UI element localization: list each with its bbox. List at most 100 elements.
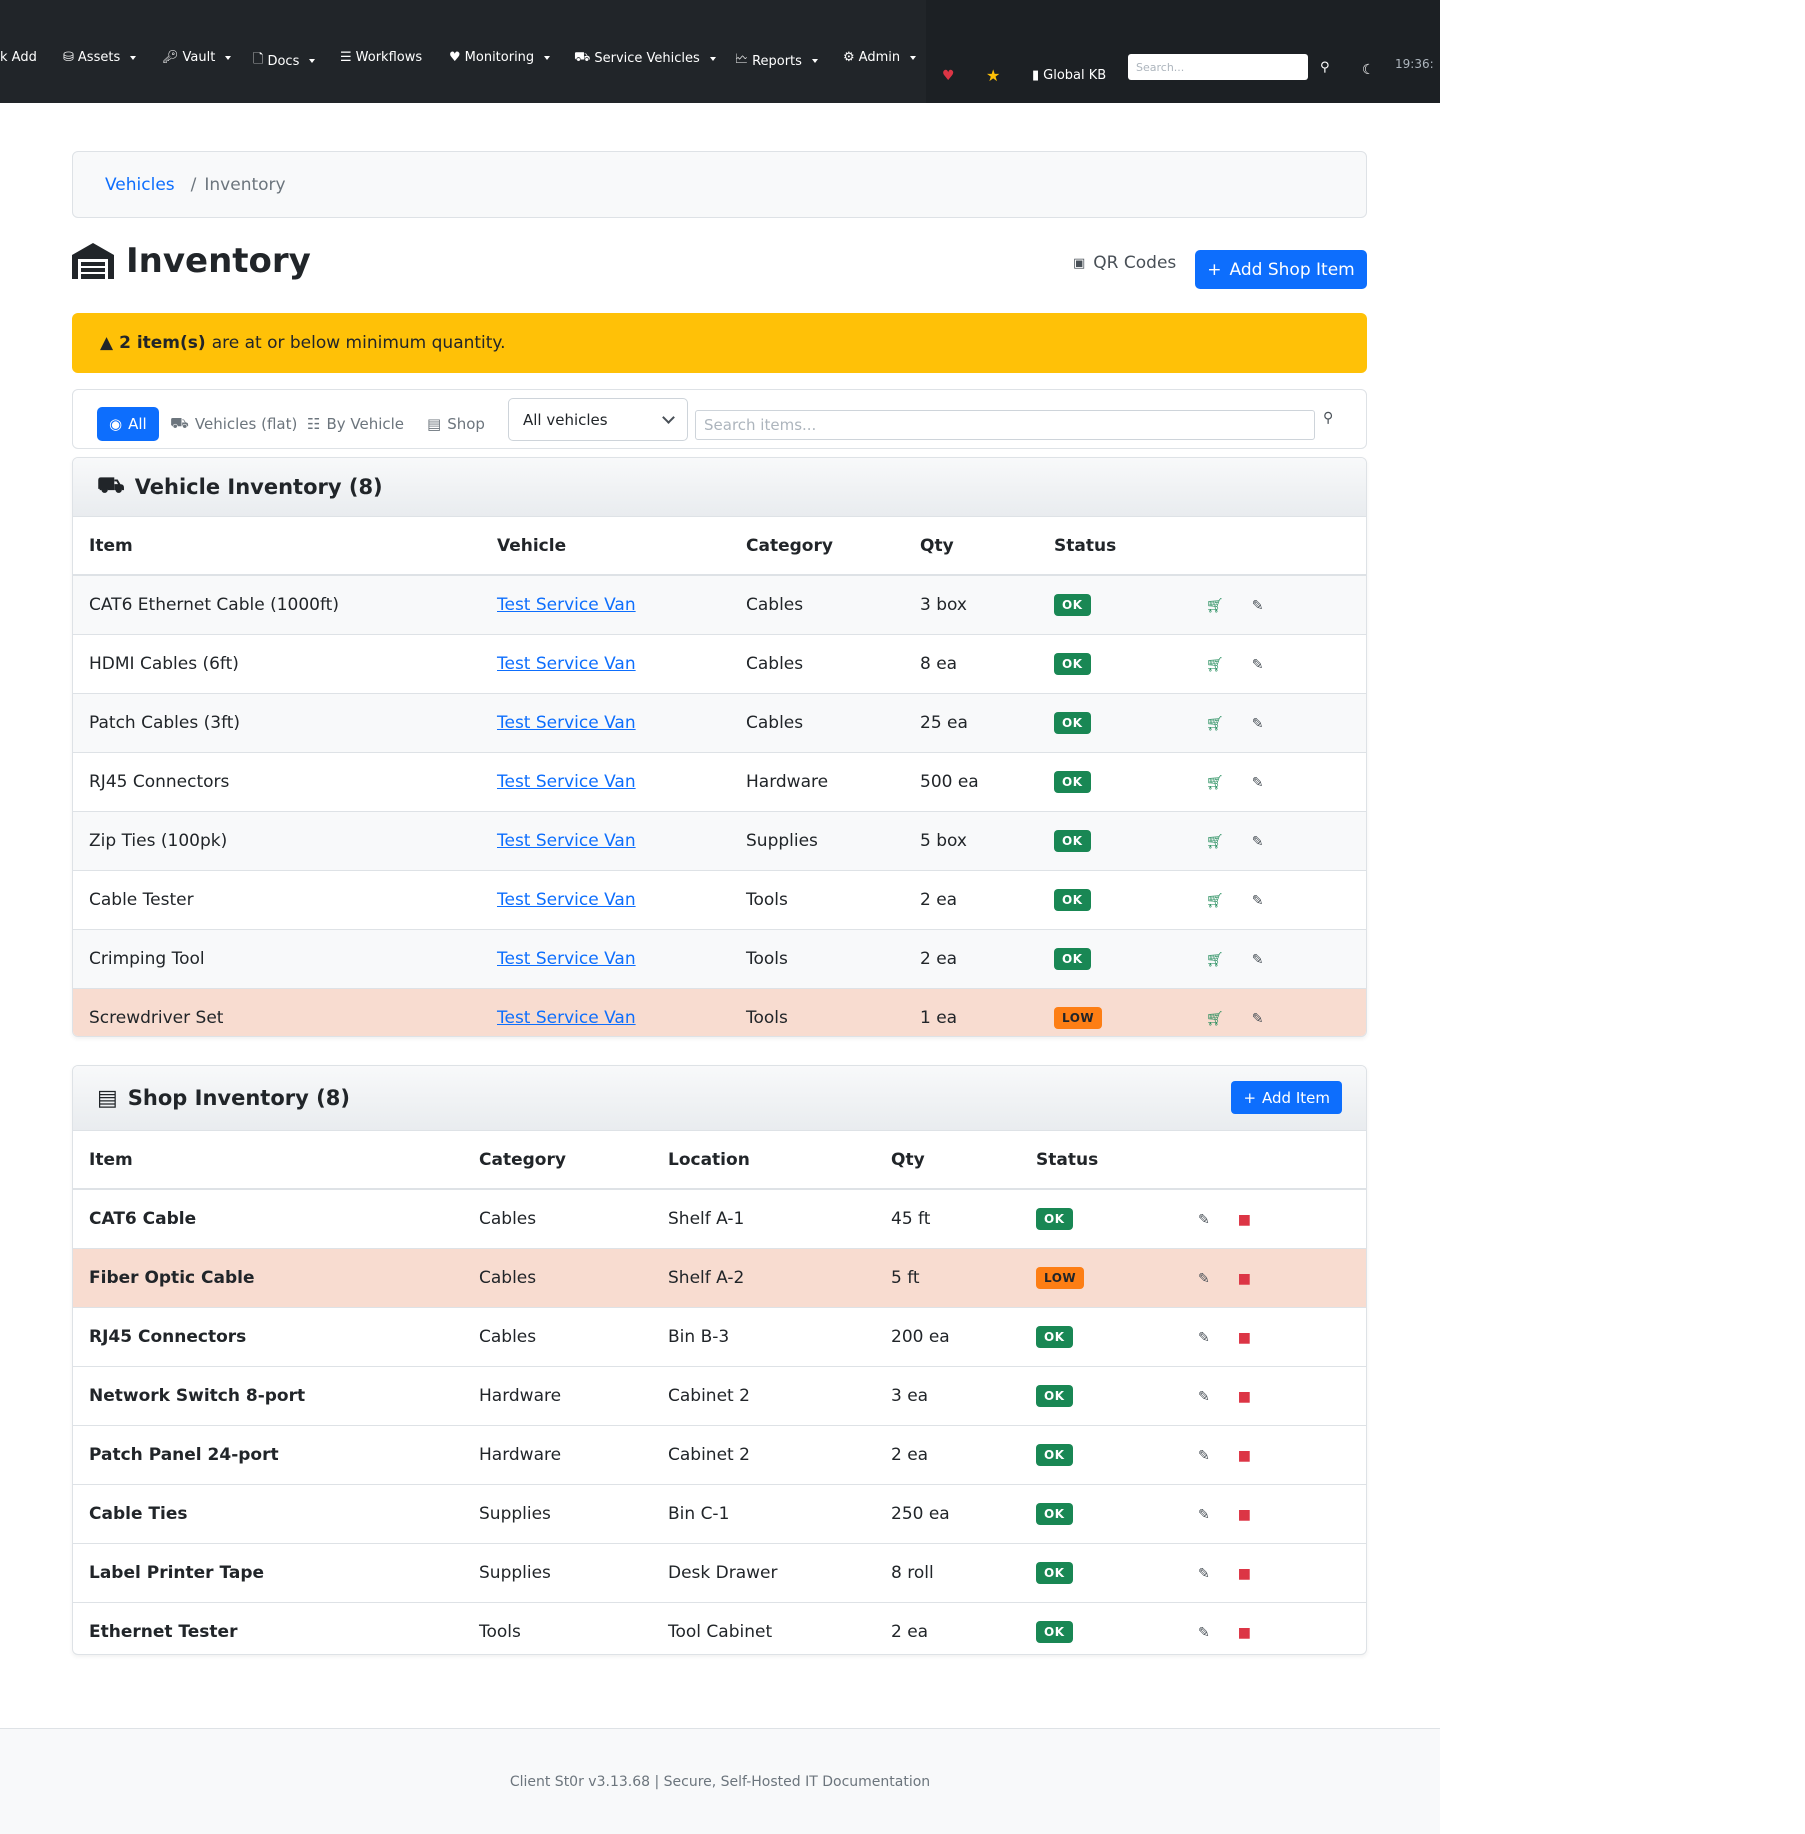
list-icon: ☰ <box>340 50 352 65</box>
status-cell: OK <box>1020 1307 1180 1367</box>
nav-monitoring[interactable]: ♥ Monitoring <box>449 50 551 65</box>
search-icon[interactable]: ⚲ <box>1323 410 1333 426</box>
search-icon[interactable]: ⚲ <box>1320 60 1330 75</box>
row-actions: ✎ ■ <box>1196 1271 1251 1287</box>
edit-icon[interactable]: ✎ <box>1198 1330 1210 1346</box>
nav-global-kb[interactable]: ▮ Global KB <box>1032 68 1106 83</box>
edit-icon[interactable]: ✎ <box>1198 1507 1210 1523</box>
cart-icon[interactable]: 🛒︎ <box>1206 598 1224 614</box>
table-row: Screwdriver Set Test Service Van Tools 1 ea… <box>73 988 1366 1036</box>
column-header[interactable]: Item <box>73 517 481 576</box>
edit-icon[interactable]: ✎ <box>1252 1011 1264 1027</box>
nav-docs[interactable]: 🗋︎ Docs <box>253 50 316 72</box>
filter-shop-tab[interactable]: ▤ Shop <box>415 407 497 441</box>
cart-icon[interactable]: 🛒︎ <box>1206 775 1224 791</box>
vehicle-link[interactable]: Test Service Van <box>497 831 636 851</box>
edit-icon[interactable]: ✎ <box>1252 952 1264 968</box>
cart-icon[interactable]: 🛒︎ <box>1206 1011 1224 1027</box>
table-header-row: Item Vehicle Category Qty Status <box>73 517 1366 576</box>
row-actions: 🛒︎ ✎ <box>1204 775 1264 791</box>
edit-icon[interactable]: ✎ <box>1198 1448 1210 1464</box>
add-shop-item-button[interactable]: + Add Shop Item <box>1195 250 1367 289</box>
cart-icon[interactable]: 🛒︎ <box>1206 893 1224 909</box>
column-header[interactable]: Item <box>73 1131 463 1190</box>
item-cell: RJ45 Connectors <box>73 752 481 812</box>
status-badge: LOW <box>1054 1006 1103 1029</box>
trash-icon[interactable]: ■ <box>1238 1212 1251 1228</box>
clock-text: 19:36: <box>1395 57 1434 71</box>
item-search-input[interactable] <box>695 410 1315 440</box>
column-header[interactable]: Qty <box>904 517 1038 576</box>
star-icon[interactable]: ★ <box>986 66 1000 85</box>
column-header[interactable]: Qty <box>875 1131 1020 1190</box>
nav-service-vehicles[interactable]: ⛟ Service Vehicles <box>574 50 716 67</box>
filter-vehicles-flat-tab[interactable]: ⛟ Vehicles (flat) <box>158 407 309 441</box>
vehicle-link[interactable]: Test Service Van <box>497 595 636 615</box>
item-cell: Cable Tester <box>73 870 481 930</box>
edit-icon[interactable]: ✎ <box>1198 1212 1210 1228</box>
trash-icon[interactable]: ■ <box>1238 1507 1251 1523</box>
vehicle-link[interactable]: Test Service Van <box>497 949 636 969</box>
edit-icon[interactable]: ✎ <box>1198 1271 1210 1287</box>
qty-cell: 2 ea <box>904 870 1038 930</box>
cart-icon[interactable]: 🛒︎ <box>1206 716 1224 732</box>
table-row: Patch Panel 24-port Hardware Cabinet 22 ea… <box>73 1425 1366 1485</box>
filter-all-tab[interactable]: ◉ All <box>97 407 159 441</box>
edit-icon[interactable]: ✎ <box>1252 716 1264 732</box>
column-header[interactable]: Status <box>1020 1131 1180 1190</box>
edit-icon[interactable]: ✎ <box>1198 1389 1210 1405</box>
category-cell: Hardware <box>730 752 904 812</box>
vehicle-link[interactable]: Test Service Van <box>497 772 636 792</box>
trash-icon[interactable]: ■ <box>1238 1566 1251 1582</box>
category-cell: Supplies <box>730 811 904 871</box>
edit-icon[interactable]: ✎ <box>1252 598 1264 614</box>
column-header[interactable]: Vehicle <box>481 517 730 576</box>
nav-label: Monitoring <box>464 50 535 65</box>
store-icon: ▤ <box>97 1085 118 1111</box>
trash-icon[interactable]: ■ <box>1238 1330 1251 1346</box>
nav-assets[interactable]: ⛁ Assets <box>63 50 137 65</box>
cart-icon[interactable]: 🛒︎ <box>1206 834 1224 850</box>
nav-workflows[interactable]: ☰ Workflows <box>340 50 422 65</box>
nav-admin[interactable]: ⚙ Admin <box>843 50 917 65</box>
cart-icon[interactable]: 🛒︎ <box>1206 952 1224 968</box>
actions-cell: ✎ ■ <box>1180 1484 1366 1544</box>
vehicle-link[interactable]: Test Service Van <box>497 1008 636 1028</box>
qr-codes-button[interactable]: ▣ QR Codes <box>1073 253 1176 273</box>
edit-icon[interactable]: ✎ <box>1198 1566 1210 1582</box>
favorites-heart-icon[interactable]: ♥ <box>942 68 955 84</box>
moon-icon[interactable]: ☾ <box>1362 62 1375 78</box>
column-header[interactable]: Status <box>1038 517 1188 576</box>
column-header[interactable]: Location <box>652 1131 875 1190</box>
vehicle-link[interactable]: Test Service Van <box>497 713 636 733</box>
trash-icon[interactable]: ■ <box>1238 1271 1251 1287</box>
edit-icon[interactable]: ✎ <box>1252 893 1264 909</box>
nav-quick-add[interactable]: k Add <box>0 50 37 65</box>
document-icon: 🗋︎ <box>253 52 264 67</box>
nav-vault[interactable]: 🔑︎ Vault <box>162 50 232 65</box>
edit-icon[interactable]: ✎ <box>1252 657 1264 673</box>
edit-icon[interactable]: ✎ <box>1252 775 1264 791</box>
edit-icon[interactable]: ✎ <box>1252 834 1264 850</box>
trash-icon[interactable]: ■ <box>1238 1625 1251 1641</box>
vehicle-link[interactable]: Test Service Van <box>497 654 636 674</box>
cart-icon[interactable]: 🛒︎ <box>1206 657 1224 673</box>
nav-reports[interactable]: 🗠︎ Reports <box>735 50 818 72</box>
column-header[interactable]: Category <box>463 1131 652 1190</box>
edit-icon[interactable]: ✎ <box>1198 1625 1210 1641</box>
qty-cell: 5 ft <box>875 1248 1020 1308</box>
trash-icon[interactable]: ■ <box>1238 1389 1251 1405</box>
vehicle-link[interactable]: Test Service Van <box>497 890 636 910</box>
status-badge: OK <box>1036 1620 1073 1643</box>
filter-by-vehicle-tab[interactable]: ☷ By Vehicle <box>295 407 416 441</box>
category-cell: Hardware <box>463 1366 652 1426</box>
status-cell: OK <box>1038 870 1188 930</box>
breadcrumb-vehicles-link[interactable]: Vehicles <box>105 175 175 195</box>
global-search-input[interactable] <box>1128 54 1308 80</box>
location-cell: Shelf A-1 <box>652 1189 875 1249</box>
column-header[interactable]: Category <box>730 517 904 576</box>
add-item-button[interactable]: + Add Item <box>1231 1081 1342 1114</box>
trash-icon[interactable]: ■ <box>1238 1448 1251 1464</box>
row-actions: 🛒︎ ✎ <box>1204 657 1264 673</box>
vehicle-select[interactable]: All vehicles <box>508 398 688 441</box>
